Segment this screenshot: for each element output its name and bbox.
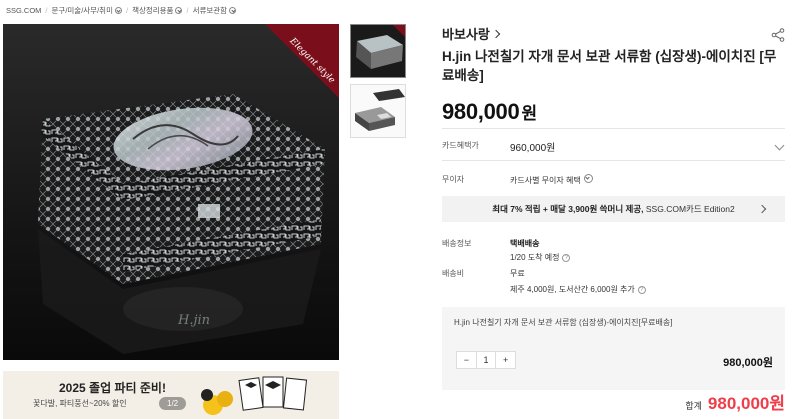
interest-free-link[interactable]: 카드사별 무이자 혜택 [510,174,593,186]
share-icon[interactable] [771,28,785,42]
breadcrumb-category-2[interactable]: 책상정리용품 [132,5,183,16]
help-icon[interactable]: ? [562,253,571,262]
breadcrumb: SSG.COM / 문구/미술/사무/취미 / 책상정리용품 / 서류보관함 [6,4,237,16]
shipping-eta-text: 1/20 도착 예정 [510,253,560,262]
card-benefit-label: 카드혜택가 [442,141,479,150]
total-price: 합계 980,000원 [685,389,785,414]
brand-name: 바보사랑 [442,27,490,42]
quantity-decrease-button[interactable]: − [457,352,476,368]
interest-free-label: 무이자 [442,175,465,184]
card-benefit-value: 960,000원 [510,143,556,154]
promo-highlight: 최대 7% 적립 + 매달 3,900원 쓱머니 제공, [492,204,644,214]
watermark: H.jin [177,313,210,328]
breadcrumb-category-1[interactable]: 문구/미술/사무/취미 [52,5,122,16]
promo-banner[interactable]: 2025 졸업 파티 준비! 꽃다발, 파티풍선~20% 할인 1/2 [3,371,339,419]
chevron-right-icon [757,204,767,214]
shipping-eta: 1/20 도착 예정? [510,252,571,263]
price-value: 980,000 [442,99,520,124]
help-icon[interactable]: ? [637,285,646,294]
price-unit: 원 [521,104,537,123]
thumbnail-1[interactable] [350,24,406,78]
shipping-extra-text: 제주 4,000원, 도서산간 6,000원 추가 [510,285,635,294]
card-promo-bar[interactable]: 최대 7% 적립 + 매달 3,900원 쓱머니 제공, SSG.COM카드 E… [442,196,785,222]
product-title: H.jin 나전칠기 자개 문서 보관 서류함 (십장생)-에이치진 [무료배송… [442,49,777,83]
divider [442,160,785,161]
quantity-stepper: − 1 + [456,351,516,369]
promo-text: SSG.COM카드 Edition2 [643,204,735,214]
breadcrumb-separator: / [45,5,48,15]
total-label: 합계 [685,401,702,411]
interest-free-value: 카드사별 무이자 혜택 [510,176,581,185]
brand-link[interactable]: 바보사랑 [442,24,785,43]
breadcrumb-separator: / [186,5,189,15]
breadcrumb-label: 문구/미술/사무/취미 [51,5,113,15]
selected-option: H.jin 나전칠기 자개 문서 보관 서류함 (십장생)-에이치진[무료배송]… [442,307,785,390]
shipping-method: 택배배송 [510,239,540,248]
product-info: 바보사랑 H.jin 나전칠기 자개 문서 보관 서류함 (십장생)-에이치진 … [442,24,785,413]
shipping-fee-label: 배송비 [442,269,465,278]
chevron-down-icon [175,6,183,14]
banner-title: 2025 졸업 파티 준비! [59,381,166,395]
total-value: 980,000원 [707,394,785,413]
quantity-input[interactable]: 1 [475,352,497,368]
breadcrumb-category-3[interactable]: 서류보관함 [193,5,237,16]
lacquer-box-illustration: Elegant style H.jin [3,24,339,360]
option-price: 980,000원 [723,357,773,369]
main-product-image[interactable]: Elegant style H.jin [3,24,339,360]
divider [442,128,785,129]
banner-pager: 1/2 [159,397,187,410]
shipping-fee: 무료 [510,269,525,278]
shipping-extra: 제주 4,000원, 도서산간 6,000원 추가? [510,284,646,295]
chevron-right-icon [491,29,501,38]
shipping-label: 배송정보 [442,239,472,248]
breadcrumb-home[interactable]: SSG.COM [6,6,41,15]
chevron-down-icon [774,140,785,151]
thumbnail-list [350,24,406,144]
breadcrumb-label: 서류보관함 [192,5,228,15]
option-name: H.jin 나전칠기 자개 문서 보관 서류함 (십장생)-에이치진[무료배송] [454,318,673,327]
quantity-increase-button[interactable]: + [496,352,515,368]
chevron-down-icon [114,6,122,14]
chevron-down-icon [229,6,237,14]
graduation-illustration [201,376,308,415]
thumbnail-2[interactable] [350,84,406,138]
breadcrumb-separator: / [125,5,129,15]
breadcrumb-label: 책상정리용품 [132,5,174,15]
chevron-down-icon [583,174,593,183]
banner-subtitle: 꽃다발, 파티풍선~20% 할인 [33,399,127,408]
product-price: 980,000 원 [442,99,785,125]
